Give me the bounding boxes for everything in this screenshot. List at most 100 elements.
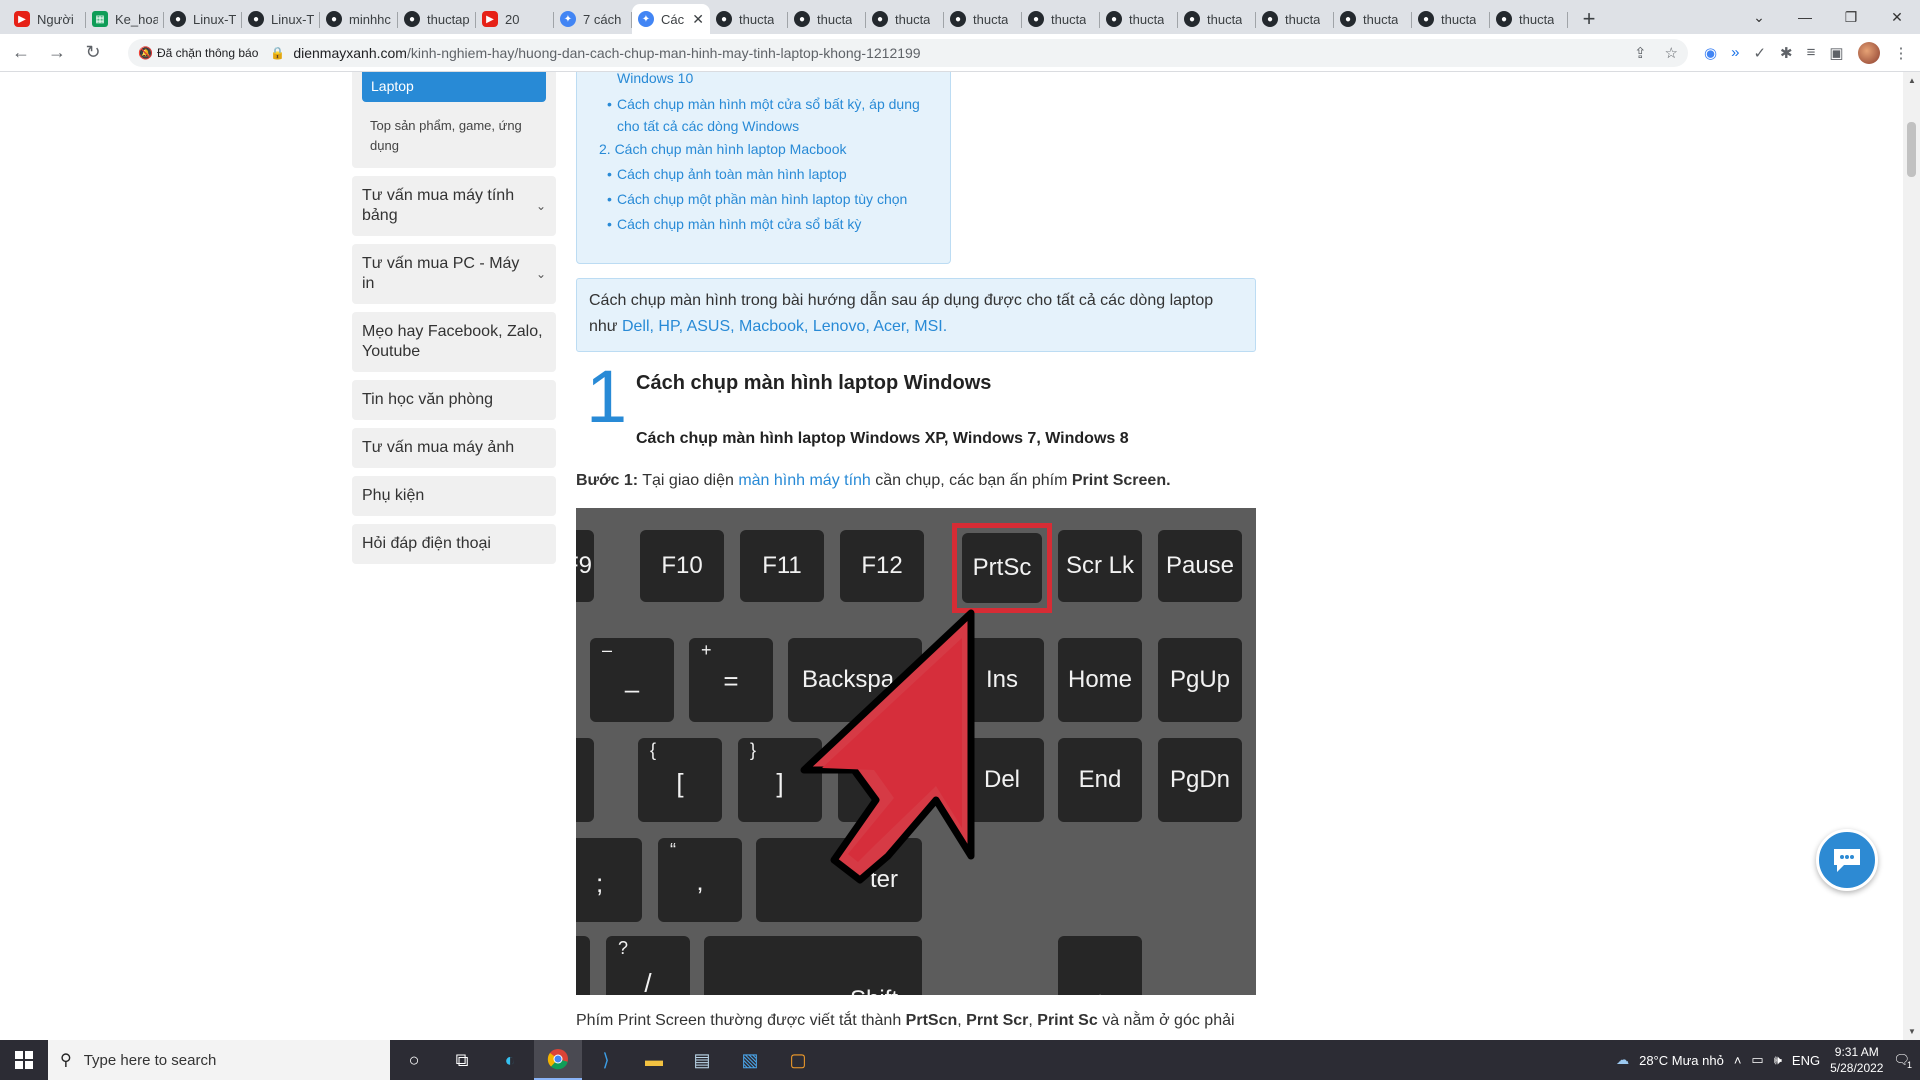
tab-label: thucta	[1441, 11, 1477, 27]
sidebar-item-laptop[interactable]: Laptop	[362, 72, 546, 102]
restore-icon[interactable]: ❐	[1828, 0, 1874, 34]
sidebar-item[interactable]: Tin học văn phòng	[352, 380, 556, 420]
sidebar-item[interactable]: Mẹo hay Facebook, Zalo, Youtube	[352, 312, 556, 372]
reload-icon[interactable]: ↻	[78, 38, 108, 68]
sidebar-item-label: Tư vấn mua máy tính bảng	[362, 187, 515, 224]
tab[interactable]: ● Linux-T	[164, 4, 242, 34]
toc-cut-line[interactable]: Windows 10	[589, 72, 938, 89]
tab[interactable]: ▦ Ke_hoa	[86, 4, 164, 34]
check-extension-icon[interactable]: ✓	[1753, 44, 1766, 62]
toc-item-window-any[interactable]: Cách chụp màn hình một cửa sổ bất kỳ, áp…	[589, 93, 938, 137]
tab-label: thucta	[1129, 11, 1165, 27]
cortana-icon[interactable]: ○	[390, 1040, 438, 1080]
new-tab-button[interactable]: +	[1574, 4, 1604, 34]
tab-active[interactable]: ✦ Các ✕	[632, 4, 710, 34]
tab-label: thucta	[1363, 11, 1399, 27]
tab-search-icon[interactable]: ⌄	[1736, 0, 1782, 34]
volume-icon[interactable]: 🕪	[1774, 1052, 1782, 1068]
photos-icon[interactable]: ▧	[726, 1040, 774, 1080]
sidebar-item[interactable]: Hỏi đáp điện thoại	[352, 524, 556, 564]
notice-brands-link[interactable]: Dell, HP, ASUS, Macbook, Lenovo, Acer, M…	[622, 318, 947, 335]
page-viewport: Laptop Top sản phẩm, game, ứng dụng Tư v…	[0, 72, 1903, 1040]
sidebar-item[interactable]: Tư vấn mua máy ảnh	[352, 428, 556, 468]
sidebar-subitem-top[interactable]: Top sản phẩm, game, ứng dụng	[362, 102, 546, 156]
toc-item-window[interactable]: Cách chụp màn hình một cửa sổ bất kỳ	[589, 213, 938, 235]
tab[interactable]: ● thucta	[1334, 4, 1412, 34]
file-explorer-icon[interactable]: ▬	[630, 1040, 678, 1080]
toc-item-macbook[interactable]: 2. Cách chụp màn hình laptop Macbook	[589, 138, 938, 160]
profile-avatar[interactable]	[1857, 41, 1880, 64]
reader-extension-icon[interactable]: »	[1731, 44, 1739, 61]
close-icon[interactable]: ✕	[1874, 0, 1920, 34]
tab[interactable]: ● thucta	[866, 4, 944, 34]
tab[interactable]: ✦ 7 cách	[554, 4, 632, 34]
network-icon[interactable]: ▭	[1751, 1052, 1763, 1068]
tray-chevron-icon[interactable]: ˄	[1734, 1053, 1742, 1068]
share-icon[interactable]: ⇪	[1634, 44, 1647, 62]
sidebar-item[interactable]: Phụ kiện	[352, 476, 556, 516]
weather-cloud-icon[interactable]: ☁	[1616, 1052, 1629, 1068]
step-1-link[interactable]: màn hình máy tính	[738, 472, 871, 489]
lock-icon[interactable]: 🔒	[270, 46, 285, 60]
side-panel-icon[interactable]: ▣	[1829, 44, 1843, 62]
windows-logo-icon	[15, 1051, 33, 1069]
page-scrollbar[interactable]: ▲ ▼	[1903, 72, 1920, 1040]
chrome-icon[interactable]	[534, 1040, 582, 1080]
notification-blocked-chip[interactable]: 🔕 Đã chặn thông báo	[138, 46, 258, 60]
vscode-icon[interactable]: ⟩	[582, 1040, 630, 1080]
tab[interactable]: ● thuctap	[398, 4, 476, 34]
reading-list-icon[interactable]: ≡	[1807, 44, 1816, 61]
toc-item-partial[interactable]: Cách chụp một phần màn hình laptop tùy c…	[589, 188, 938, 210]
tab[interactable]: ● thucta	[1256, 4, 1334, 34]
scroll-down-icon[interactable]: ▼	[1908, 1027, 1916, 1036]
toc-item-fullscreen[interactable]: Cách chụp ảnh toàn màn hình laptop	[589, 163, 938, 185]
github-icon: ●	[170, 11, 186, 27]
chevron-down-icon[interactable]: ⌄	[536, 196, 546, 216]
after-image-paragraph: Phím Print Screen thường được viết tắt t…	[576, 1012, 1235, 1030]
minimize-icon[interactable]: —	[1782, 0, 1828, 34]
chat-support-button[interactable]	[1816, 829, 1878, 891]
extensions-bar: ◉ » ✓ ✱ ≡ ▣ ⋮	[1704, 41, 1909, 64]
task-view-icon[interactable]: ⧉	[438, 1040, 486, 1080]
after-k3: Print Sc	[1037, 1012, 1098, 1029]
sidebar-item[interactable]: Tư vấn mua máy tính bảng ⌄	[352, 176, 556, 236]
tab[interactable]: ● thucta	[1412, 4, 1490, 34]
tab[interactable]: ● thucta	[788, 4, 866, 34]
github-icon: ●	[1496, 11, 1512, 27]
tab[interactable]: ● Linux-T	[242, 4, 320, 34]
language-indicator[interactable]: ENG	[1792, 1053, 1820, 1068]
tab[interactable]: ● thucta	[944, 4, 1022, 34]
scrollbar-thumb[interactable]	[1907, 122, 1916, 177]
taskbar-search[interactable]: ⚲ Type here to search	[48, 1040, 390, 1080]
lens-extension-icon[interactable]: ◉	[1704, 44, 1717, 62]
weather-text[interactable]: 28°C Mưa nhỏ	[1639, 1053, 1724, 1068]
tab[interactable]: ● thucta	[1178, 4, 1256, 34]
sidebar-item[interactable]: Tư vấn mua PC - Máy in ⌄	[352, 244, 556, 304]
puzzle-extensions-icon[interactable]: ✱	[1780, 44, 1793, 62]
tab-label: 7 cách	[583, 11, 622, 27]
notification-center-icon[interactable]: 🗨 1	[1893, 1052, 1912, 1070]
tab[interactable]: ● thucta	[1490, 4, 1568, 34]
tab-label: thucta	[739, 11, 775, 27]
tab[interactable]: ● thucta	[710, 4, 788, 34]
youtube-icon: ▶	[14, 11, 30, 27]
menu-kebab-icon[interactable]: ⋮	[1894, 44, 1909, 62]
tab[interactable]: ● thucta	[1022, 4, 1100, 34]
address-bar[interactable]: 🔕 Đã chặn thông báo 🔒 dienmayxanh.com/ki…	[128, 38, 1688, 67]
scroll-up-icon[interactable]: ▲	[1908, 76, 1916, 85]
tab[interactable]: ● thucta	[1100, 4, 1178, 34]
start-button[interactable]	[0, 1040, 48, 1080]
edge-icon[interactable]: ◐	[486, 1040, 534, 1080]
tab[interactable]: ▶ Người	[8, 4, 86, 34]
snipping-icon[interactable]: ▢	[774, 1040, 822, 1080]
chevron-down-icon[interactable]: ⌄	[536, 264, 546, 284]
notepad-icon[interactable]: ▤	[678, 1040, 726, 1080]
tab-close-icon[interactable]: ✕	[692, 11, 704, 28]
search-icon: ⚲	[60, 1052, 72, 1069]
clock[interactable]: 9:31 AM 5/28/2022	[1830, 1044, 1883, 1076]
back-icon[interactable]: ←	[6, 38, 36, 68]
forward-icon[interactable]: →	[42, 38, 72, 68]
tab[interactable]: ▶ 20	[476, 4, 554, 34]
tab[interactable]: ● minhhc	[320, 4, 398, 34]
bookmark-star-icon[interactable]: ☆	[1665, 44, 1678, 62]
